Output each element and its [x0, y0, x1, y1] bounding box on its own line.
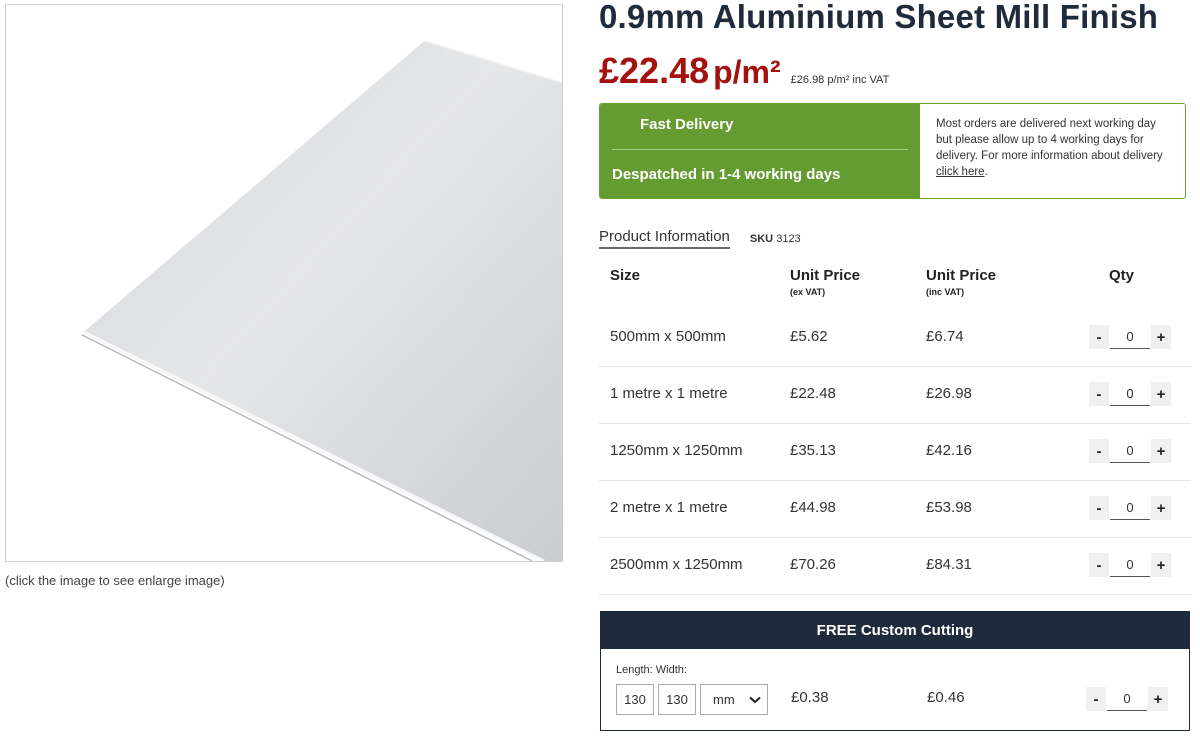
row-size: 1 metre x 1 metre [610, 385, 728, 402]
width-field[interactable] [658, 684, 696, 715]
delivery-info: Most orders are delivered next working d… [920, 104, 1185, 198]
row-price-ex: £35.13 [790, 442, 836, 459]
fast-delivery-label: Fast Delivery [640, 116, 734, 133]
table-row: 1250mm x 1250mm £35.13 £42.16 - + [599, 424, 1191, 481]
table-row: 2 metre x 1 metre £44.98 £53.98 - + [599, 481, 1191, 538]
header-qty: Qty [1109, 267, 1135, 284]
custom-cut-price-inc: £0.46 [927, 689, 965, 706]
row-price-ex: £5.62 [790, 328, 828, 345]
qty-input[interactable] [1107, 687, 1147, 711]
despatch-label: Despatched in 1-4 working days [612, 166, 841, 183]
row-size: 2500mm x 1250mm [610, 556, 743, 573]
price-unit: p/m² [713, 54, 781, 90]
qty-increase-button[interactable]: + [1151, 553, 1171, 577]
qty-input[interactable] [1110, 439, 1150, 463]
header-size: Size [610, 267, 641, 284]
price-row: £22.48 p/m² £26.98 p/m² inc VAT [599, 50, 889, 92]
header-unit-price-label: Unit Price [790, 267, 861, 284]
chevron-down-icon [749, 692, 761, 707]
row-price-inc: £6.74 [926, 328, 964, 345]
delivery-info-link[interactable]: click here [936, 166, 985, 178]
header-unit-price-inc: Unit Price (inc VAT) [926, 267, 996, 297]
custom-cutting-header: FREE Custom Cutting [601, 612, 1189, 649]
width-label: Width: [655, 664, 687, 676]
quantity-stepper: - + [1089, 325, 1171, 349]
qty-decrease-button[interactable]: - [1089, 553, 1109, 577]
row-size: 2 metre x 1 metre [610, 499, 728, 516]
qty-increase-button[interactable]: + [1151, 439, 1171, 463]
price-main: £22.48 [599, 50, 710, 91]
image-caption: (click the image to see enlarge image) [5, 573, 225, 588]
table-row: 500mm x 500mm £5.62 £6.74 - + [599, 310, 1191, 367]
table-row: 1 metre x 1 metre £22.48 £26.98 - + [599, 367, 1191, 424]
qty-input[interactable] [1110, 382, 1150, 406]
custom-cutting-box: FREE Custom Cutting Length: Width: mm £0… [600, 611, 1190, 731]
price-inc-vat: £26.98 p/m² inc VAT [790, 74, 890, 86]
length-field[interactable] [616, 684, 654, 715]
delivery-info-end: . [984, 166, 988, 178]
row-price-ex: £44.98 [790, 499, 836, 516]
delivery-box: Fast Delivery Despatched in 1-4 working … [599, 103, 1186, 199]
row-size: 500mm x 500mm [610, 328, 726, 345]
sku-label: SKU [749, 232, 774, 245]
qty-increase-button[interactable]: + [1151, 496, 1171, 520]
unit-select-value: mm [713, 692, 735, 707]
tab-product-information[interactable]: Product Information [599, 228, 730, 249]
qty-decrease-button[interactable]: - [1089, 439, 1109, 463]
delivery-info-text: Most orders are delivered next working d… [936, 118, 1163, 162]
row-price-inc: £42.16 [926, 442, 972, 459]
header-unit-price-ex: Unit Price (ex VAT) [790, 267, 860, 297]
custom-cut-price-ex: £0.38 [791, 689, 829, 706]
table-row: 2500mm x 1250mm £70.26 £84.31 - + [599, 538, 1191, 595]
row-price-inc: £53.98 [926, 499, 972, 516]
quantity-stepper: - + [1089, 439, 1171, 463]
qty-decrease-button[interactable]: - [1089, 382, 1109, 406]
row-price-inc: £26.98 [926, 385, 972, 402]
qty-increase-button[interactable]: + [1148, 687, 1168, 711]
quantity-stepper: - + [1089, 553, 1171, 577]
custom-cutting-labels: Length: Width: [616, 664, 687, 676]
header-ex-vat: (ex VAT) [790, 287, 826, 297]
custom-cutting-inputs: mm [616, 684, 768, 715]
row-price-inc: £84.31 [926, 556, 972, 573]
aluminium-sheet-illustration [81, 40, 562, 561]
qty-input[interactable] [1110, 553, 1150, 577]
quantity-stepper: - + [1089, 382, 1171, 406]
delivery-divider [612, 149, 908, 150]
unit-select[interactable]: mm [700, 684, 768, 715]
header-unit-price-inc-label: Unit Price [926, 267, 997, 284]
qty-decrease-button[interactable]: - [1089, 496, 1109, 520]
quantity-stepper: - + [1086, 687, 1168, 711]
qty-input[interactable] [1110, 496, 1150, 520]
table-header: Size Unit Price (ex VAT) Unit Price (inc… [599, 255, 1191, 310]
header-inc-vat: (inc VAT) [926, 287, 965, 297]
qty-decrease-button[interactable]: - [1089, 325, 1109, 349]
quantity-stepper: - + [1089, 496, 1171, 520]
product-image[interactable] [5, 4, 563, 562]
qty-increase-button[interactable]: + [1151, 382, 1171, 406]
product-title: 0.9mm Aluminium Sheet Mill Finish [599, 0, 1159, 35]
product-tabs: Product Information SKU 3123 [599, 228, 801, 249]
qty-input[interactable] [1110, 325, 1150, 349]
length-label: Length: [616, 664, 653, 676]
sku: SKU 3123 [750, 233, 801, 245]
row-price-ex: £70.26 [790, 556, 836, 573]
price-table: Size Unit Price (ex VAT) Unit Price (inc… [599, 255, 1191, 595]
row-price-ex: £22.48 [790, 385, 836, 402]
sku-value: 3123 [776, 232, 801, 245]
row-size: 1250mm x 1250mm [610, 442, 743, 459]
qty-decrease-button[interactable]: - [1086, 687, 1106, 711]
qty-increase-button[interactable]: + [1151, 325, 1171, 349]
delivery-panel: Fast Delivery Despatched in 1-4 working … [600, 104, 920, 198]
